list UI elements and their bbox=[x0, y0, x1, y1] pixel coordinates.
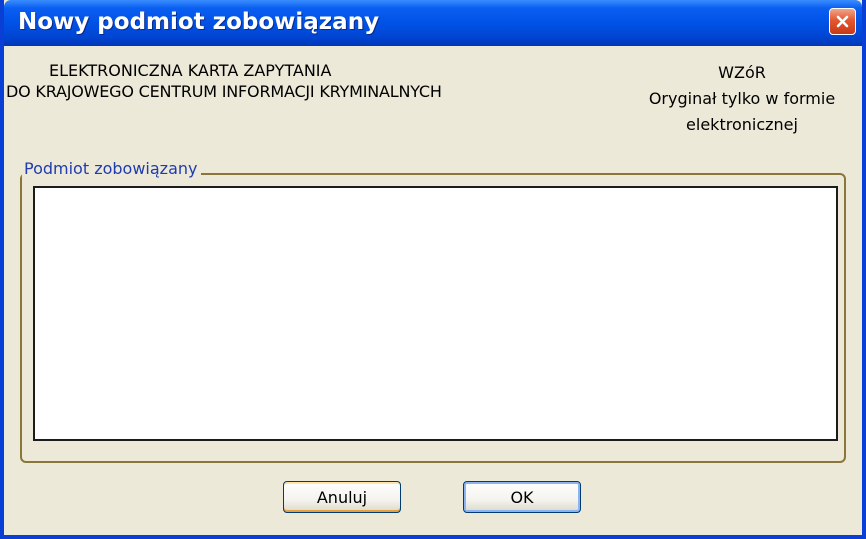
original-note-line-1: Oryginał tylko w formie bbox=[648, 89, 836, 108]
dialog-content: ELEKTRONICZNA KARTA ZAPYTANIA DO KRAJOWE… bbox=[4, 46, 862, 535]
obligated-entity-list[interactable] bbox=[33, 186, 838, 441]
ok-button-label: OK bbox=[510, 487, 534, 507]
close-button[interactable] bbox=[829, 8, 856, 35]
ok-button[interactable]: OK bbox=[463, 481, 581, 513]
dialog-window: Nowy podmiot zobowiązany ELEKTRONICZNA K… bbox=[0, 0, 866, 539]
group-legend: Podmiot zobowiązany bbox=[22, 158, 202, 180]
original-note-line-2: elektronicznej bbox=[686, 115, 798, 134]
window-title: Nowy podmiot zobowiązany bbox=[18, 9, 380, 35]
template-label: WZóR bbox=[718, 63, 766, 82]
form-template-note: WZóR Oryginał tylko w formie elektronicz… bbox=[622, 60, 862, 138]
form-header-line-1: ELEKTRONICZNA KARTA ZAPYTANIA bbox=[49, 61, 332, 80]
close-icon bbox=[836, 15, 849, 28]
form-header-line-2: DO KRAJOWEGO CENTRUM INFORMACJI KRYMINAL… bbox=[6, 82, 442, 101]
form-header-title: ELEKTRONICZNA KARTA ZAPYTANIA DO KRAJOWE… bbox=[4, 60, 584, 102]
title-bar[interactable]: Nowy podmiot zobowiązany bbox=[4, 0, 862, 46]
cancel-button[interactable]: Anuluj bbox=[283, 481, 401, 513]
cancel-button-label: Anuluj bbox=[316, 487, 368, 507]
